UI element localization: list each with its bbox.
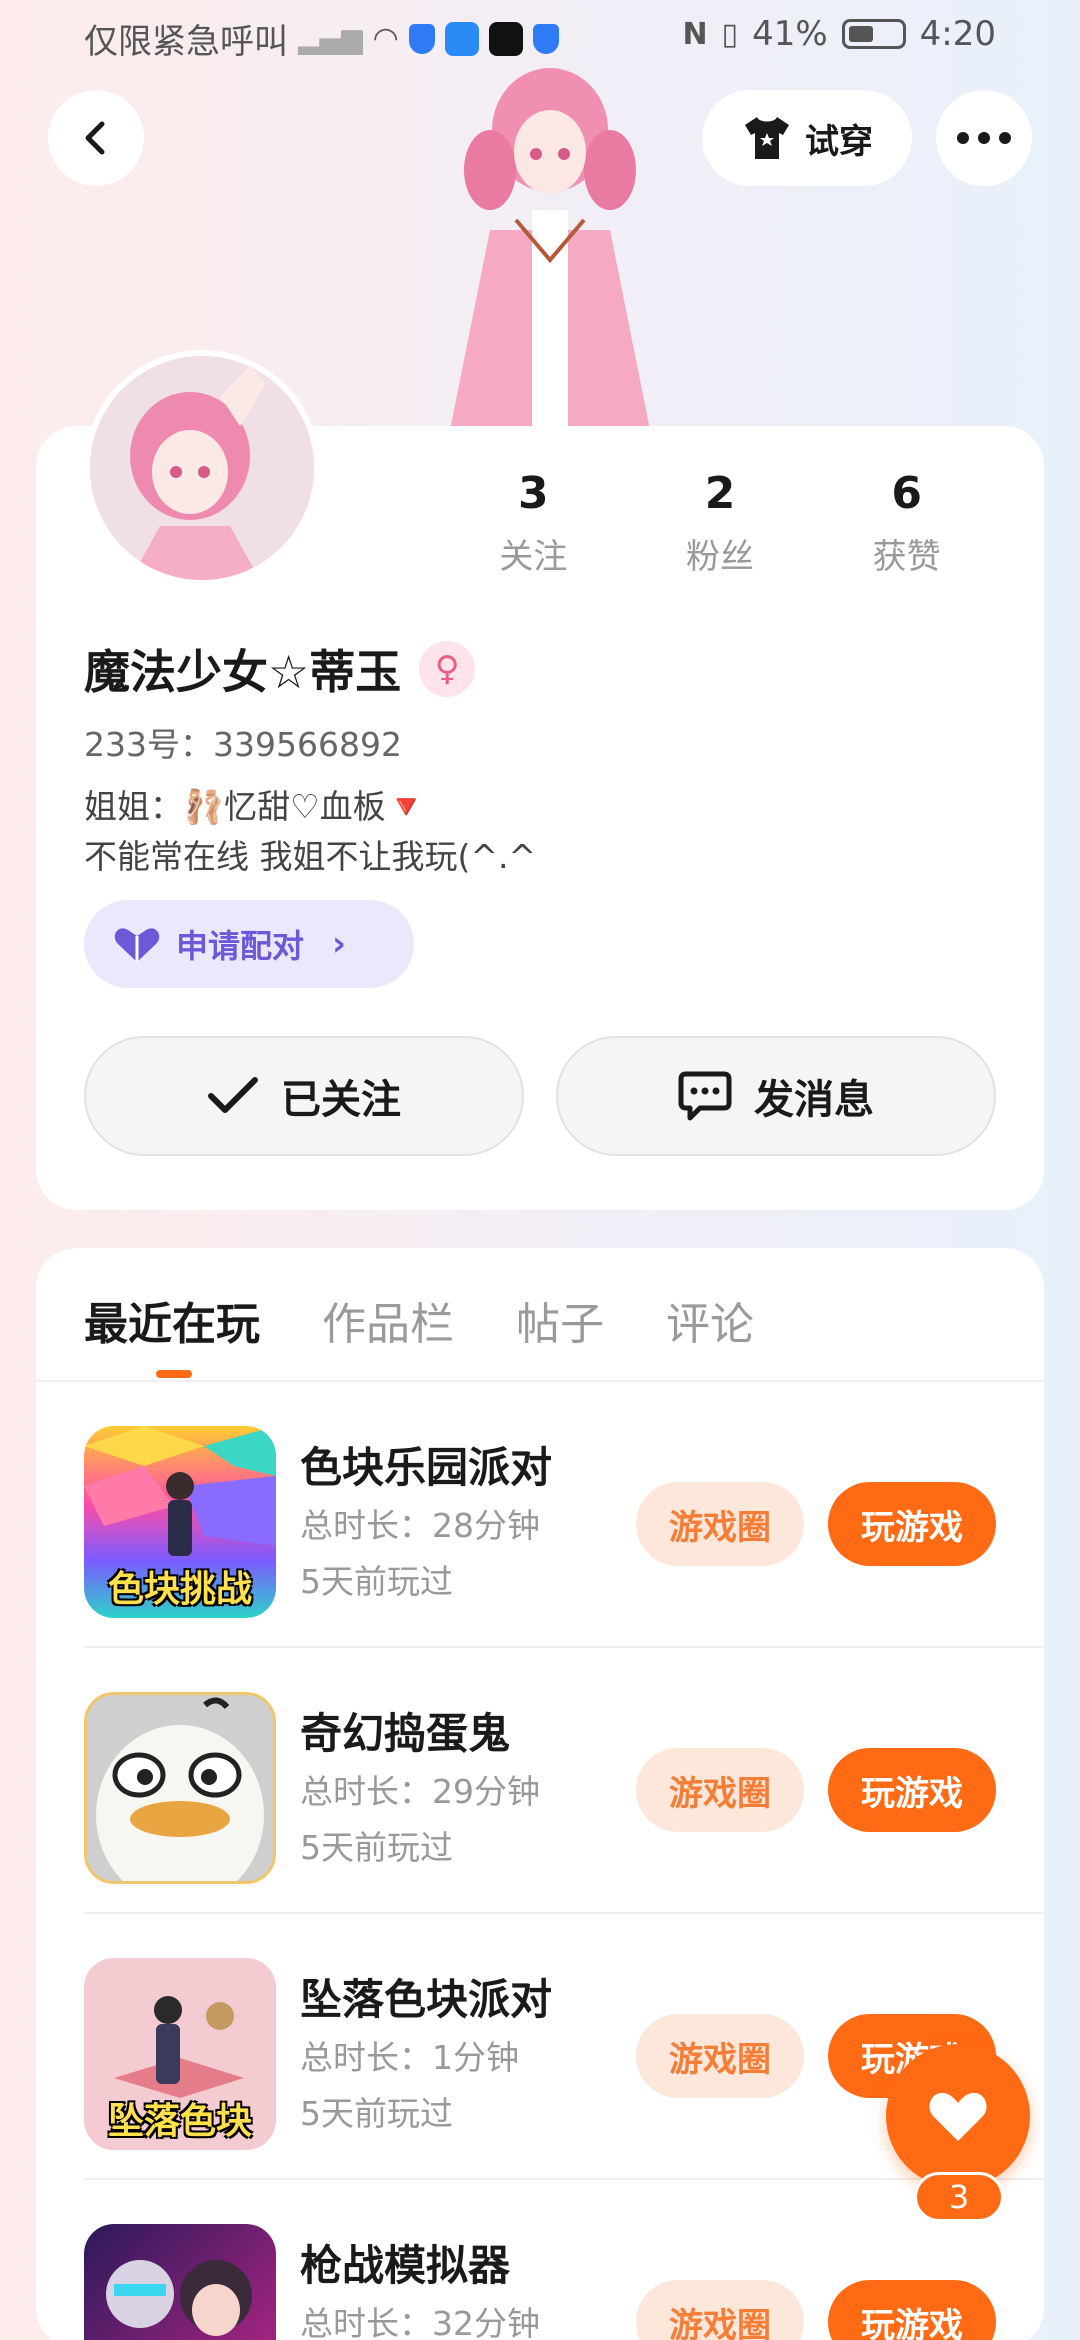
profile-stats: 3 关注 2 粉丝 6 获赞 [440, 468, 1000, 578]
game-title: 坠落色块派对 [300, 1975, 553, 2024]
tiktok-app-icon [488, 21, 523, 56]
bio-line-2: 不能常在线 我姐不让我玩(^.^ [84, 837, 537, 876]
play-game-button[interactable]: 玩游戏 [828, 2280, 996, 2340]
game-meta: 总时长：29分钟 5天前玩过 [300, 1764, 540, 1876]
battery-percent: 41% [752, 14, 828, 54]
more-button[interactable] [936, 90, 1032, 186]
nfc-icon: N [682, 16, 708, 52]
character-figure [450, 68, 650, 430]
shield-icon [408, 23, 435, 54]
game-duration: 总时长：32分钟 [300, 2304, 540, 2340]
more-dots-icon [957, 132, 1011, 144]
like-fab-button[interactable] [886, 2044, 1030, 2188]
vibrate-icon: ▯ [721, 16, 739, 52]
game-title: 枪战模拟器 [300, 2241, 511, 2290]
list-item[interactable]: 枪战模拟器 总时长：32分钟 游戏圈 玩游戏 [84, 2180, 1044, 2340]
game-title: 色块乐园派对 [300, 1443, 553, 1492]
active-tab-indicator [156, 1370, 192, 1378]
game-circle-button[interactable]: 游戏圈 [636, 1748, 804, 1832]
stat-following[interactable]: 3 关注 [440, 468, 627, 578]
name-row: 魔法少女☆蒂玉 ♀ [84, 636, 476, 702]
list-item[interactable]: 奇幻捣蛋鬼 总时长：29分钟 5天前玩过 游戏圈 玩游戏 [84, 1648, 1044, 1914]
game-circle-button[interactable]: 游戏圈 [636, 2014, 804, 2098]
carrier-text: 仅限紧急呼叫 [84, 22, 288, 62]
game-icon: 坠落色块 [84, 1958, 276, 2150]
game-meta: 总时长：1分钟 5天前玩过 [300, 2030, 519, 2142]
tab-works[interactable]: 作品栏 [322, 1288, 454, 1352]
tab-posts[interactable]: 帖子 [516, 1288, 604, 1352]
followed-button[interactable]: 已关注 [84, 1036, 524, 1156]
game-character-image [87, 1695, 273, 1881]
status-left: 仅限紧急呼叫 ▂▄▆ ◠ [84, 14, 559, 63]
clock: 4:20 [919, 14, 996, 54]
stat-value: 6 [891, 468, 922, 519]
back-button[interactable] [48, 90, 144, 186]
wifi-icon: ◠ [372, 21, 399, 56]
game-meta: 总时长：32分钟 [300, 2296, 540, 2340]
status-right: N ▯ 41% 4:20 [682, 14, 996, 54]
battery-icon [841, 19, 906, 49]
stat-value: 3 [518, 468, 549, 519]
request-pair-button[interactable]: 申请配对 › [84, 900, 414, 988]
send-message-label: 发消息 [754, 1077, 874, 1123]
user-bio: 姐姐：🩰忆甜♡血板🔻 不能常在线 我姐不让我玩(^.^ [84, 782, 536, 882]
chevron-right-icon: › [332, 924, 347, 964]
profile-tabs: 最近在玩 作品栏 帖子 评论 [84, 1288, 754, 1352]
tshirt-icon [745, 117, 789, 159]
like-count-badge: 3 [914, 2172, 1004, 2222]
female-gender-icon: ♀ [419, 641, 476, 697]
user-id: 233号：339566892 [84, 725, 402, 764]
game-circle-button[interactable]: 游戏圈 [636, 2280, 804, 2340]
game-circle-button[interactable]: 游戏圈 [636, 1482, 804, 1566]
tab-recently-played[interactable]: 最近在玩 [84, 1288, 260, 1352]
game-duration: 总时长：29分钟 [300, 1772, 540, 1811]
heart-icon [929, 2092, 987, 2141]
game-icon [84, 2224, 276, 2340]
game-duration: 总时长：1分钟 [300, 2038, 519, 2077]
game-title: 奇幻捣蛋鬼 [300, 1709, 511, 1758]
bio-line-1: 姐姐：🩰忆甜♡血板🔻 [84, 787, 427, 826]
stat-label: 粉丝 [686, 537, 754, 577]
play-game-button[interactable]: 玩游戏 [828, 1482, 996, 1566]
try-on-button[interactable]: 试穿 [702, 90, 912, 186]
play-game-button[interactable]: 玩游戏 [828, 1748, 996, 1832]
avatar[interactable] [84, 350, 320, 586]
list-item[interactable]: 色块挑战 色块乐园派对 总时长：28分钟 5天前玩过 游戏圈 玩游戏 [84, 1382, 1044, 1648]
stat-label: 获赞 [872, 537, 941, 577]
weather-app-icon [444, 21, 479, 56]
user-name: 魔法少女☆蒂玉 [84, 645, 402, 699]
followed-label: 已关注 [281, 1077, 401, 1123]
game-icon: 色块挑战 [84, 1426, 276, 1618]
stat-value: 2 [704, 468, 736, 519]
tab-comments[interactable]: 评论 [666, 1288, 754, 1352]
game-character-image [106, 2260, 252, 2336]
avatar-image [90, 356, 314, 580]
try-on-label: 试穿 [805, 121, 873, 162]
chevron-left-icon [85, 121, 105, 155]
game-last-played: 5天前玩过 [300, 1828, 453, 1867]
game-duration: 总时长：28分钟 [300, 1506, 540, 1545]
checkmark-icon [208, 1077, 258, 1113]
stat-label: 关注 [499, 537, 568, 577]
signal-icon: ▂▄▆ [298, 22, 363, 55]
game-last-played: 5天前玩过 [300, 2094, 453, 2133]
game-meta: 总时长：28分钟 5天前玩过 [300, 1498, 540, 1610]
send-message-button[interactable]: 发消息 [556, 1036, 996, 1156]
request-pair-label: 申请配对 [176, 927, 305, 965]
chat-bubble-icon [678, 1071, 732, 1121]
game-icon-text: 色块挑战 [107, 1569, 252, 1610]
game-icon [84, 1692, 276, 1884]
game-last-played: 5天前玩过 [300, 1562, 453, 1601]
stat-followers[interactable]: 2 粉丝 [627, 468, 814, 578]
heart-pair-icon [114, 928, 160, 962]
shield-icon-2 [532, 23, 559, 54]
stat-likes[interactable]: 6 获赞 [813, 468, 1000, 578]
content-card: 最近在玩 作品栏 帖子 评论 色块挑战 色块乐园派对 总时长：28分钟 5天前玩… [36, 1248, 1044, 2340]
game-icon-text: 坠落色块 [107, 2101, 252, 2142]
